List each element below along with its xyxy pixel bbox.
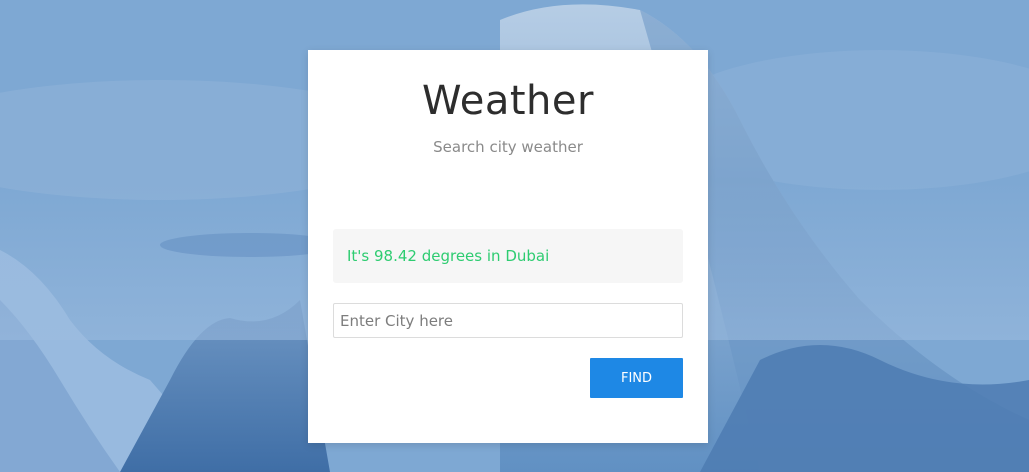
page-subtitle: Search city weather xyxy=(433,138,583,156)
weather-card: Weather Search city weather It's 98.42 d… xyxy=(308,50,708,443)
weather-result-message: It's 98.42 degrees in Dubai xyxy=(333,229,683,283)
find-button[interactable]: FIND xyxy=(590,358,683,398)
city-search-input[interactable] xyxy=(333,303,683,338)
page-title: Weather xyxy=(422,78,594,124)
